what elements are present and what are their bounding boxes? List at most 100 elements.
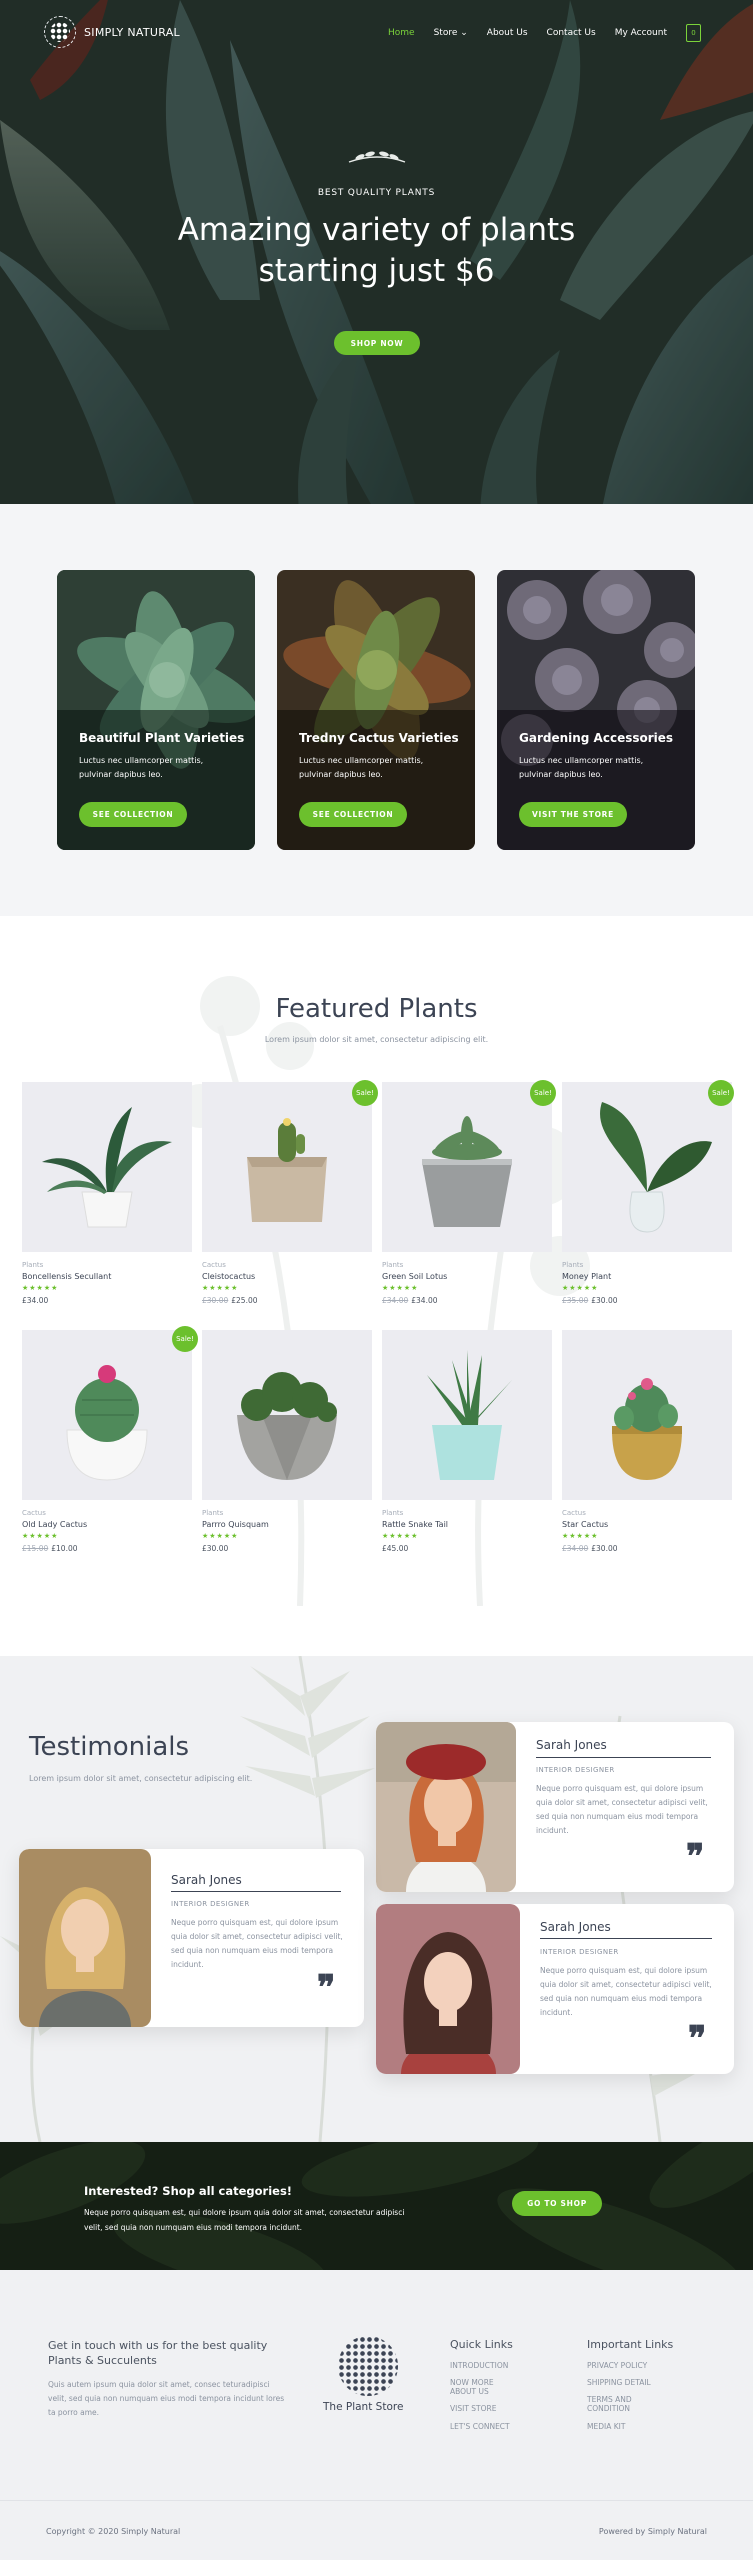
category-description-line-2: pulvinar dapibus leo. [79,770,163,779]
product-image[interactable] [202,1082,372,1252]
important-link-condition[interactable]: CONDITION [587,2404,630,2413]
testimonial-text-line: quia dolor sit amet, consectetur adipisc… [536,1798,708,1807]
testimonial-text: Neque porro quisquam est, qui dolore ips… [536,1782,708,1838]
avatar-photo [376,1722,516,1892]
product-card[interactable]: Cactus Old Lady Cactus ★★★★★ £15.00 £10.0… [22,1330,192,1553]
moss-pot-illustration [237,1372,337,1480]
testimonial-text: Neque porro quisquam est, qui dolore ips… [540,1964,712,2020]
logo-mark-icon [44,16,76,48]
category-description: Luctus nec ullamcorper mattis, pulvinar … [519,754,669,782]
quick-link-now-more[interactable]: NOW MORE [450,2378,494,2387]
nav-item-store[interactable]: Store ⌄ [434,28,468,38]
product-name[interactable]: Green Soil Lotus [382,1272,552,1281]
product-card[interactable]: Plants Rattle Snake Tail ★★★★★ £45.00 [382,1330,552,1553]
product-card[interactable]: Plants Parrro Quisquam ★★★★★ £30.00 [202,1330,372,1553]
cta-title: Interested? Shop all categories! [84,2184,293,2198]
product-category: Cactus [562,1509,586,1517]
footer-about-title-line-1: Get in touch with us for the best qualit… [48,2339,268,2352]
cta-text-line-1: Neque porro quisquam est, qui dolore ips… [84,2208,405,2217]
product-name[interactable]: Old Lady Cactus [22,1520,192,1529]
product-name[interactable]: Money Plant [562,1272,732,1281]
product-image[interactable] [562,1082,732,1252]
footer-about-title-line-2: Plants & Succulents [48,2354,157,2367]
category-description-line-1: Luctus nec ullamcorper mattis, [519,756,644,765]
store-logo-icon [338,2336,398,2396]
product-image[interactable] [562,1330,732,1500]
testimonial-text: Neque porro quisquam est, qui dolore ips… [171,1916,343,1972]
important-link-privacy[interactable]: PRIVACY POLICY [587,2361,647,2370]
product-name[interactable]: Star Cactus [562,1520,732,1529]
nav-item-store-label: Store [433,28,458,38]
product-image[interactable] [22,1330,192,1500]
product-card[interactable]: Plants Money Plant ★★★★★ £35.00 £30.00 [562,1082,732,1305]
product-image[interactable] [382,1082,552,1252]
product-image[interactable] [22,1082,192,1252]
product-name[interactable]: Rattle Snake Tail [382,1520,552,1529]
brand-logo[interactable]: SIMPLY NATURAL [44,16,180,48]
product-image[interactable] [202,1330,372,1500]
shop-now-button[interactable]: SHOP NOW [334,331,420,355]
leaf-ornament-icon [348,151,406,163]
avatar-photo [376,1904,520,2074]
product-price-current: £34.00 [22,1296,49,1305]
rating-stars-icon: ★★★★★ [562,1532,599,1540]
cart-icon[interactable]: 0 [686,24,701,42]
testimonial-text-line: Neque porro quisquam est, qui dolore ips… [536,1784,704,1793]
sale-badge: Sale! [172,1326,198,1352]
product-name[interactable]: Boncellensis Secullant [22,1272,192,1281]
testimonial-text-line: quia dolor sit amet, consectetur adipisc… [171,1932,343,1941]
rating-stars-icon: ★★★★★ [382,1284,419,1292]
nav-item-account[interactable]: My Account [615,28,667,38]
quote-icon: ❞ [686,1837,705,1877]
product-image[interactable] [382,1330,552,1500]
category-card-cactus[interactable]: Tredny Cactus Varieties Luctus nec ullam… [277,570,475,850]
rating-stars-icon: ★★★★★ [202,1532,239,1540]
footer: Get in touch with us for the best qualit… [0,2270,753,2500]
nav-item-about[interactable]: About Us [487,28,528,38]
snake-plant-illustration [427,1350,512,1480]
quick-links-title: Quick Links [450,2338,513,2351]
product-price-current: £30.00 [591,1296,618,1305]
product-name[interactable]: Cleistocactus [202,1272,372,1281]
product-price-old: £34.00 [562,1544,589,1553]
testimonial-name: Sarah Jones [171,1873,242,1887]
quick-link-about-us[interactable]: ABOUT US [450,2387,489,2396]
important-link-shipping[interactable]: SHIPPING DETAIL [587,2378,651,2387]
category-card-plants[interactable]: Beautiful Plant Varieties Luctus nec ull… [57,570,255,850]
product-card[interactable]: Plants Green Soil Lotus ★★★★★ £34.00 £34.… [382,1082,552,1305]
product-name[interactable]: Parrro Quisquam [202,1520,372,1529]
category-card-accessories[interactable]: Gardening Accessories Luctus nec ullamco… [497,570,695,850]
product-category: Cactus [202,1261,226,1269]
see-collection-button[interactable]: SEE COLLECTION [79,802,187,827]
testimonial-text-line: incidunt. [536,1826,569,1835]
category-title: Tredny Cactus Varieties [299,731,459,745]
product-card[interactable]: Cactus Star Cactus ★★★★★ £34.00 £30.00 [562,1330,732,1553]
nav-item-home[interactable]: Home [388,28,415,38]
product-card[interactable]: Cactus Cleistocactus ★★★★★ £30.00 £25.00 [202,1082,372,1305]
see-collection-button[interactable]: SEE COLLECTION [299,802,407,827]
product-price-old: £30.00 [202,1296,229,1305]
important-link-media-kit[interactable]: MEDIA KIT [587,2422,625,2431]
product-price-old: £35.00 [562,1296,589,1305]
nav-item-contact[interactable]: Contact Us [547,28,596,38]
category-description: Luctus nec ullamcorper mattis, pulvinar … [299,754,449,782]
quick-link-visit-store[interactable]: VISIT STORE [450,2404,496,2413]
testimonials-subtitle: Lorem ipsum dolor sit amet, consectetur … [29,1774,253,1783]
featured-title: Featured Plants [275,994,478,1024]
name-underline [171,1891,341,1892]
category-description: Luctus nec ullamcorper mattis, pulvinar … [79,754,229,782]
powered-by-link[interactable]: Powered by Simply Natural [599,2527,707,2536]
category-description-line-1: Luctus nec ullamcorper mattis, [79,756,204,765]
footer-about-text: Quis autem ipsum quia dolor sit amet, co… [48,2378,284,2420]
product-category: Plants [202,1509,224,1517]
important-link-terms[interactable]: TERMS AND [587,2395,632,2404]
avatar [19,1849,151,2027]
go-to-shop-button[interactable]: GO TO SHOP [512,2191,602,2216]
cta-text-line-2: velit, sed quia non numquam eius modi te… [84,2223,303,2232]
product-card[interactable]: Plants Boncellensis Secullant ★★★★★ £34.… [22,1082,192,1305]
quick-link-introduction[interactable]: INTRODUCTION [450,2361,508,2370]
sale-badge: Sale! [352,1080,378,1106]
brand-name: SIMPLY NATURAL [84,25,180,39]
quick-link-connect[interactable]: LET'S CONNECT [450,2422,510,2431]
visit-store-button[interactable]: VISIT THE STORE [519,802,627,827]
